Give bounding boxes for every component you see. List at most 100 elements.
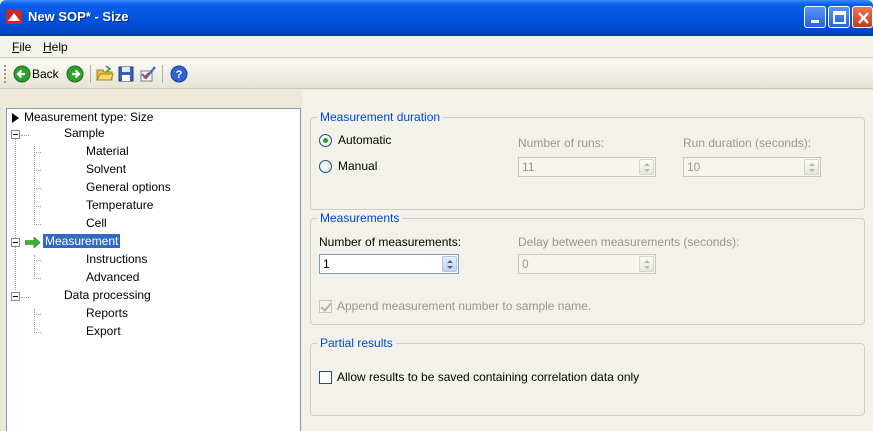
tree-item-sample[interactable]: Sample xyxy=(7,125,297,143)
tree-item-cell[interactable]: Cell xyxy=(7,215,297,233)
allow-partial-results-checkbox[interactable] xyxy=(319,371,332,384)
tree-item-solvent[interactable]: Solvent xyxy=(7,161,297,179)
tree-item-label: Instructions xyxy=(86,252,148,266)
open-folder-icon[interactable] xyxy=(96,65,114,83)
stepper-value: 0 xyxy=(522,257,529,271)
spin-arrows-icon[interactable] xyxy=(442,256,457,272)
measurements-group: Measurements Number of measurements: 1 D… xyxy=(310,211,865,325)
tree-item-label: Reports xyxy=(86,306,129,320)
back-button[interactable]: Back xyxy=(12,59,62,89)
settings-panel: Measurement duration Automatic Manual Nu… xyxy=(302,90,873,431)
svg-text:?: ? xyxy=(176,69,183,81)
tree-connector xyxy=(34,206,41,207)
spin-arrows-icon[interactable] xyxy=(639,256,654,272)
tree-item-label: Advanced xyxy=(86,270,140,284)
tree-item-temperature[interactable]: Temperature xyxy=(7,197,297,215)
partial-results-group: Partial results Allow results to be save… xyxy=(310,336,865,416)
save-disk-icon[interactable] xyxy=(117,65,135,83)
toolbar: Back ? xyxy=(0,59,873,89)
tree-item-advanced[interactable]: Advanced xyxy=(7,269,297,287)
menu-file-label: ile xyxy=(19,40,32,54)
tree-item-export[interactable]: Export xyxy=(7,323,297,341)
collapse-icon[interactable] xyxy=(11,130,20,139)
manual-radio[interactable] xyxy=(319,160,332,173)
tree-item-label: General options xyxy=(86,180,171,194)
tree-item-label: Solvent xyxy=(86,162,127,176)
run-duration-stepper[interactable]: 10 xyxy=(683,157,821,177)
close-icon xyxy=(858,12,869,24)
allow-partial-results-label[interactable]: Allow results to be saved containing cor… xyxy=(337,370,639,384)
tree-item-label: Data processing xyxy=(64,288,151,302)
sop-tree[interactable]: Measurement type: Size Sample Material S… xyxy=(6,108,301,431)
tree-item-label: Cell xyxy=(86,216,107,230)
automatic-radio[interactable] xyxy=(319,134,332,147)
help-icon[interactable]: ? xyxy=(170,65,188,83)
menu-help-mnemonic: H xyxy=(43,40,52,54)
back-arrow-icon xyxy=(13,65,31,83)
tree-item-label: Material xyxy=(86,144,129,158)
menu-bar: File Help xyxy=(0,36,873,58)
close-button[interactable] xyxy=(852,6,873,28)
back-label: Back xyxy=(32,67,59,81)
tree-connector xyxy=(34,170,41,171)
edit-check-icon[interactable] xyxy=(139,65,157,83)
tree-connector xyxy=(34,224,41,225)
tree-item-instructions[interactable]: Instructions xyxy=(7,251,297,269)
delay-between-measurements-stepper[interactable]: 0 xyxy=(518,254,656,274)
number-of-measurements-label: Number of measurements: xyxy=(319,235,462,249)
automatic-label[interactable]: Automatic xyxy=(338,133,391,147)
tree-item-data-processing[interactable]: Data processing xyxy=(7,287,297,305)
append-measurement-number-label[interactable]: Append measurement number to sample name… xyxy=(337,299,591,313)
group-legend: Partial results xyxy=(317,336,396,350)
toolbar-grip[interactable] xyxy=(4,65,7,83)
menu-help-label: elp xyxy=(51,40,68,54)
number-of-runs-label: Number of runs: xyxy=(518,136,605,150)
tree-connector xyxy=(34,314,41,315)
measurement-duration-group: Measurement duration Automatic Manual Nu… xyxy=(310,110,865,210)
stepper-value: 1 xyxy=(323,257,330,271)
toolbar-separator xyxy=(162,65,163,83)
caret-right-icon xyxy=(12,113,19,123)
collapse-icon[interactable] xyxy=(11,292,20,301)
window-title: New SOP* - Size xyxy=(28,9,129,24)
app-icon xyxy=(6,10,22,24)
minimize-icon xyxy=(811,20,819,23)
tree-item-general-options[interactable]: General options xyxy=(7,179,297,197)
menu-help[interactable]: Help xyxy=(43,40,68,54)
toolbar-separator xyxy=(90,65,91,83)
number-of-measurements-stepper[interactable]: 1 xyxy=(319,254,459,274)
manual-label[interactable]: Manual xyxy=(338,159,377,173)
maximize-icon xyxy=(833,11,846,24)
current-step-arrow-icon xyxy=(25,237,41,248)
tree-item-label: Temperature xyxy=(86,198,154,212)
run-duration-label: Run duration (seconds): xyxy=(683,136,812,150)
tree-connector xyxy=(21,135,29,136)
tree-connector xyxy=(34,152,41,153)
minimize-button[interactable] xyxy=(804,6,826,28)
spin-arrows-icon[interactable] xyxy=(804,159,819,175)
tree-connector xyxy=(34,260,41,261)
stepper-value: 10 xyxy=(687,160,701,174)
tree-item-material[interactable]: Material xyxy=(7,143,297,161)
tree-item-measurement[interactable]: Measurement xyxy=(7,233,297,251)
group-legend: Measurements xyxy=(317,211,403,225)
tree-connector xyxy=(34,332,41,333)
spin-arrows-icon[interactable] xyxy=(639,159,654,175)
group-legend: Measurement duration xyxy=(317,110,444,124)
number-of-runs-stepper[interactable]: 11 xyxy=(518,157,656,177)
tree-item-reports[interactable]: Reports xyxy=(7,305,297,323)
forward-arrow-icon[interactable] xyxy=(66,65,84,83)
tree-connector xyxy=(21,297,29,298)
tree-connector xyxy=(34,278,41,279)
stepper-value: 11 xyxy=(522,160,535,174)
tree-connector xyxy=(34,188,41,189)
menu-file[interactable]: File xyxy=(12,40,31,54)
append-measurement-number-checkbox[interactable] xyxy=(319,300,332,313)
maximize-button[interactable] xyxy=(828,6,850,28)
tree-item-label: Measurement type: Size xyxy=(24,110,154,124)
collapse-icon[interactable] xyxy=(11,238,20,247)
delay-between-measurements-label: Delay between measurements (seconds): xyxy=(518,235,740,249)
tree-item-label: Measurement xyxy=(43,234,121,248)
title-bar[interactable]: New SOP* - Size xyxy=(0,0,873,36)
tree-item-label: Sample xyxy=(64,126,105,140)
